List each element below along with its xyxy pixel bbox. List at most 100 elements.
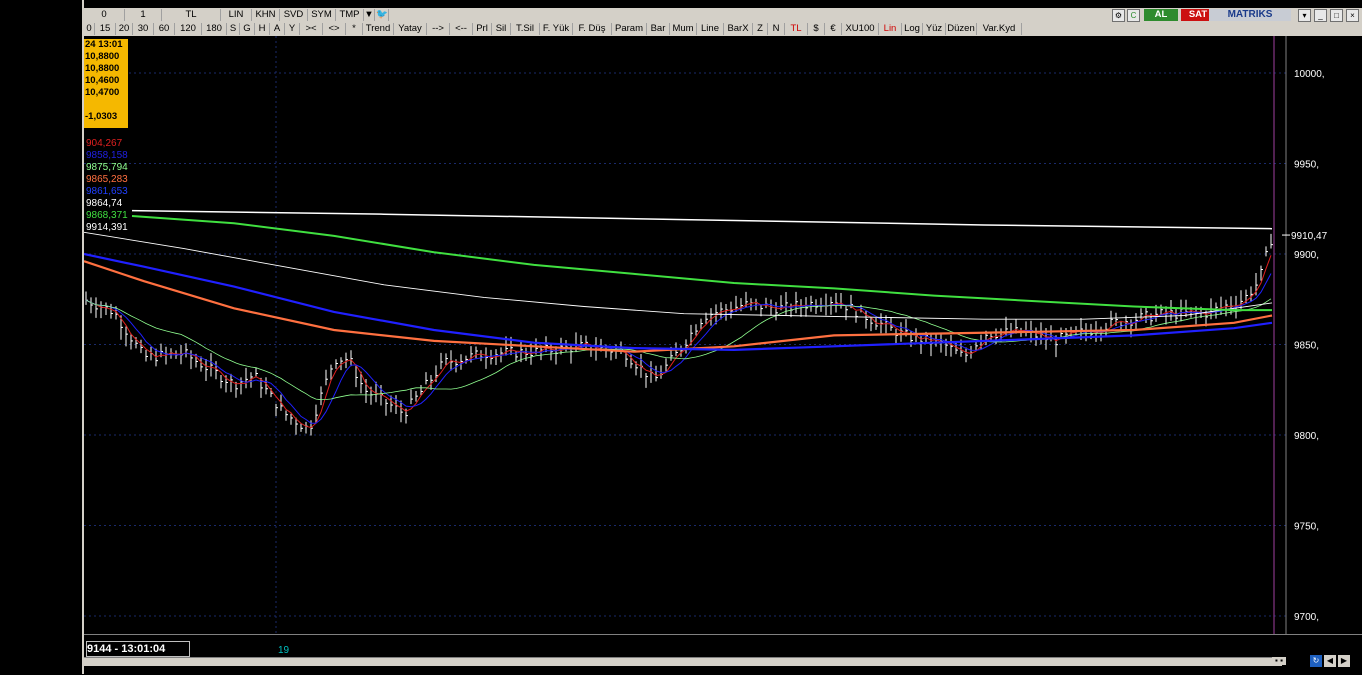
period-button-22[interactable]: F. Yük [540,23,573,35]
legend-value-0: 904,267 [86,138,123,149]
period-button-10[interactable]: A [270,23,285,35]
settings-icon[interactable]: ⚙ [1112,9,1125,22]
info-open: 10,8800 [85,51,120,62]
period-button-25[interactable]: Bar [647,23,670,35]
period-button-29[interactable]: Z [753,23,768,35]
left-margin [0,0,82,674]
sync-icon[interactable]: ↻ [1310,655,1322,667]
period-button-33[interactable]: € [825,23,842,35]
ohlc-info-box: 24 13:01 10,8800 10,8800 10,4600 10,4700… [84,39,128,128]
toolbar-top: 0 1 TL LIN KHN SVD SYM TMP ▼ 🐦 ⚙ C AL SA… [84,8,1362,23]
period-button-9[interactable]: H [255,23,270,35]
minimize-icon[interactable]: _ [1314,9,1327,22]
info-change: -1,0303 [85,111,118,122]
dropdown-arrow-icon[interactable]: ▼ [364,9,375,21]
status-bar: 9144 - 13:01:04 19 ▪ ▪ ↻ ◀ ▶ [84,634,1362,675]
refresh-icon[interactable]: C [1127,9,1140,22]
period-button-37[interactable]: Yüz [923,23,946,35]
chart-canvas[interactable]: 10000, 9950, 9900, 9850, 9800, 9750, 9700, 9910… [83,36,1362,634]
legend-value-3: 9865,283 [86,174,128,185]
info-blank [84,99,128,111]
period-button-32[interactable]: $ [808,23,825,35]
date-axis-label: 19 [278,645,290,656]
time-label: 9144 - 13:01:04 [86,641,190,657]
chart-window: 0 1 TL LIN KHN SVD SYM TMP ▼ 🐦 ⚙ C AL S A… [82,0,1362,675]
period-button-31[interactable]: TL [785,23,808,35]
period-button-17[interactable]: --> [427,23,450,35]
period-button-19[interactable]: Prl [473,23,492,35]
legend-value-1: 9858,158 [86,150,128,161]
axis-tick-label-0: 10000, [1294,69,1325,80]
info-high: 10,8800 [85,63,120,74]
axis-tick-label-5: 9750, [1294,522,1319,533]
ma-green-line [131,215,1272,312]
period-button-6[interactable]: 180 [202,23,227,35]
legend-value-2: 9875,794 [86,162,128,173]
period-button-39[interactable]: Var.Kyd [977,23,1022,35]
ma-red-line [85,255,1272,429]
tb-tmp-button[interactable]: TMP [336,9,364,21]
period-button-16[interactable]: Yatay [394,23,427,35]
horizontal-scrollbar[interactable] [84,657,1282,666]
period-button-24[interactable]: Param [612,23,647,35]
buy-button[interactable]: AL [1144,9,1178,21]
info-time: 24 13:01 [85,39,123,50]
ma-long-white-line [131,209,1273,230]
period-button-8[interactable]: G [240,23,255,35]
period-button-5[interactable]: 120 [175,23,202,35]
tb-sym-button[interactable]: SYM [308,9,336,21]
period-button-18[interactable]: <-- [450,23,473,35]
tb-field-period[interactable]: 1 [125,9,162,21]
period-button-27[interactable]: Line [697,23,724,35]
ma-orange-line [83,260,1273,353]
period-button-23[interactable]: F. Düş [573,23,612,35]
legend-value-5: 9864,74 [86,198,123,209]
axis-tick-label-6: 9700, [1294,612,1319,623]
period-button-34[interactable]: XU100 [842,23,879,35]
close-icon[interactable]: × [1346,9,1359,22]
period-button-15[interactable]: Trend [363,23,394,35]
tb-lin-button[interactable]: LIN [221,9,252,21]
ma-blue-line [83,252,1273,352]
price-chart[interactable]: 10000, 9950, 9900, 9850, 9800, 9750, 9700, 9910… [83,36,1362,634]
period-button-38[interactable]: Düzen [946,23,977,35]
period-button-11[interactable]: Y [285,23,300,35]
period-button-14[interactable]: * [346,23,363,35]
period-button-20[interactable]: Sil [492,23,511,35]
period-button-35[interactable]: Lin [879,23,902,35]
period-button-26[interactable]: Mum [670,23,697,35]
twitter-icon[interactable]: 🐦 [376,9,389,21]
toolbar-periods: 0 15 20 30 60 120 180 S G H A Y >< <> * Trend Yatay --> <-… [84,22,1362,37]
maximize-icon[interactable]: □ [1330,9,1343,22]
period-button-0[interactable]: 0 [84,23,95,35]
info-close: 10,4700 [85,87,120,98]
scroll-left-icon[interactable]: ◀ [1324,655,1336,667]
axis-tick-label-4: 9800, [1294,431,1319,442]
tb-field-currency[interactable]: TL [162,9,221,21]
period-button-2[interactable]: 20 [116,23,133,35]
info-low: 10,4600 [85,75,120,86]
period-button-21[interactable]: T.Sil [511,23,540,35]
legend-value-7: 9914,391 [86,222,128,233]
period-button-12[interactable]: >< [300,23,323,35]
period-button-36[interactable]: Log [902,23,923,35]
period-button-1[interactable]: 15 [95,23,116,35]
period-button-7[interactable]: S [227,23,240,35]
period-button-30[interactable]: N [768,23,785,35]
scroll-right-icon[interactable]: ▶ [1338,655,1350,667]
period-button-13[interactable]: <> [323,23,346,35]
matriks-logo: MATRIKS [1209,9,1291,21]
ma-white-line [83,231,1273,320]
last-price-label: 9910,47 [1291,231,1328,242]
period-button-3[interactable]: 30 [133,23,154,35]
period-button-4[interactable]: 60 [154,23,175,35]
tb-khn-button[interactable]: KHN [252,9,280,21]
axis-tick-label-2: 9900, [1294,250,1319,261]
legend-value-4: 9861,653 [86,186,128,197]
tb-svd-button[interactable]: SVD [280,9,308,21]
dropdown-icon[interactable]: ▾ [1298,9,1311,22]
legend-value-6: 9868,371 [86,210,128,221]
period-button-28[interactable]: BarX [724,23,753,35]
scroll-thumb-icon[interactable]: ▪ ▪ [1272,657,1286,665]
tb-field-0[interactable]: 0 [84,9,125,21]
